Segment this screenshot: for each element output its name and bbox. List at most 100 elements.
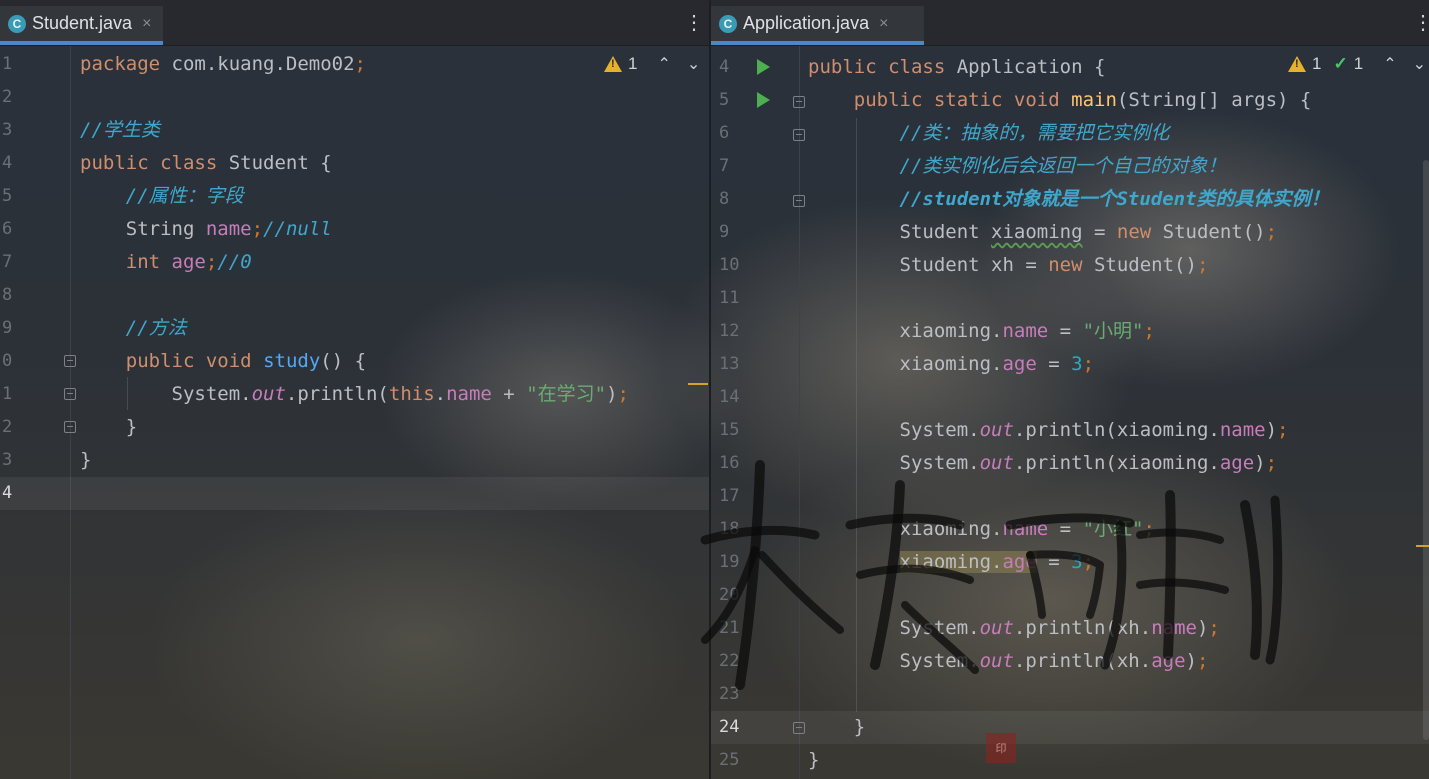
line-number[interactable]: 4 — [2, 477, 12, 510]
line-number[interactable]: 7 — [719, 150, 729, 183]
close-icon[interactable]: × — [879, 15, 888, 33]
more-vertical-icon[interactable]: ⋮ — [1413, 12, 1429, 32]
line-number[interactable]: 20 — [719, 579, 739, 612]
line-number[interactable]: 18 — [719, 513, 739, 546]
code-line[interactable]: Student xiaoming = new Student(); — [808, 216, 1278, 249]
run-gutter-icon[interactable] — [757, 59, 770, 75]
code-line[interactable]: //属性：字段 — [80, 180, 244, 213]
code-line[interactable]: //方法 — [80, 312, 187, 345]
line-number[interactable]: 11 — [719, 282, 739, 315]
chevron-down-icon[interactable]: ⌄ — [1413, 54, 1426, 74]
line-number[interactable]: 4 — [2, 147, 12, 180]
more-vertical-icon[interactable]: ⋮ — [684, 12, 704, 32]
line-number[interactable]: 13 — [719, 348, 739, 381]
code-line[interactable]: //student对象就是一个Student类的具体实例！ — [808, 183, 1330, 216]
fold-icon[interactable] — [64, 355, 76, 367]
line-number[interactable]: 19 — [719, 546, 739, 579]
code-line[interactable]: System.out.println(xiaoming.age); — [808, 447, 1278, 480]
editor-pane-student[interactable]: C Student.java × ⋮ 1 ⌃ ⌄ 1 package com.ku… — [0, 0, 709, 779]
code-line[interactable]: //类：抽象的，需要把它实例化 — [808, 117, 1170, 150]
code-line[interactable]: xiaoming.name = "小红"; — [808, 513, 1155, 546]
line-number[interactable]: 2 — [2, 411, 12, 444]
code-line[interactable]: //学生类 — [80, 114, 160, 147]
code-line[interactable]: public class Application { — [808, 51, 1105, 84]
code-token: System. — [808, 452, 980, 474]
line-number[interactable]: 7 — [2, 246, 12, 279]
code-line[interactable]: public static void main(String[] args) { — [808, 84, 1312, 117]
line-number[interactable]: 15 — [719, 414, 739, 447]
code-line[interactable]: //类实例化后会返回一个自己的对象！ — [808, 150, 1227, 183]
line-number[interactable]: 3 — [2, 114, 12, 147]
code-line[interactable]: } — [808, 744, 819, 777]
code-token: ; — [1082, 551, 1095, 573]
line-number[interactable]: 8 — [719, 183, 729, 216]
line-number[interactable]: 5 — [2, 180, 12, 213]
line-number[interactable]: 25 — [719, 744, 739, 777]
split-divider[interactable] — [709, 0, 711, 779]
code-line[interactable]: System.out.println(xh.age); — [808, 645, 1209, 678]
line-number[interactable]: 0 — [2, 345, 12, 378]
tab-application-java[interactable]: C Application.java × — [711, 6, 924, 45]
code-line[interactable]: Student xh = new Student(); — [808, 249, 1209, 282]
line-number[interactable]: 6 — [719, 117, 729, 150]
code-line[interactable]: String name;//null — [80, 213, 332, 246]
line-number[interactable]: 12 — [719, 315, 739, 348]
chevron-up-icon[interactable]: ⌃ — [657, 54, 670, 74]
code-line[interactable]: public class Student { — [80, 147, 332, 180]
chevron-up-icon[interactable]: ⌃ — [1383, 54, 1396, 74]
line-number[interactable]: 9 — [2, 312, 12, 345]
code-line[interactable]: xiaoming.age = 3; — [808, 348, 1095, 381]
code-line[interactable]: xiaoming.name = "小明"; — [808, 315, 1155, 348]
inspection-widget[interactable]: 1 ⌃ ⌄ — [604, 54, 700, 74]
code-line[interactable]: } — [808, 711, 865, 744]
fold-icon[interactable] — [64, 421, 76, 433]
line-number[interactable]: 1 — [2, 378, 12, 411]
code-line[interactable]: public void study() { — [80, 345, 366, 378]
code-line[interactable]: } — [80, 411, 137, 444]
line-number[interactable]: 14 — [719, 381, 739, 414]
line-number[interactable]: 21 — [719, 612, 739, 645]
line-number[interactable]: 4 — [719, 51, 729, 84]
warning-scroll-marker[interactable] — [1416, 545, 1429, 547]
fold-icon[interactable] — [793, 96, 805, 108]
code-line[interactable]: System.out.println(this.name + "在学习"); — [80, 378, 629, 411]
line-number[interactable]: 5 — [719, 84, 729, 117]
line-number[interactable]: 10 — [719, 249, 739, 282]
line-number[interactable]: 1 — [2, 48, 12, 81]
line-number[interactable]: 24 — [719, 711, 739, 744]
vertical-scrollbar[interactable] — [1423, 160, 1429, 740]
code-token: .println(xiaoming. — [1013, 452, 1220, 474]
code-token: ; — [1277, 419, 1289, 441]
line-number[interactable]: 23 — [719, 678, 739, 711]
inspection-widget[interactable]: 1 ✓ 1 ⌃ ⌄ — [1288, 54, 1426, 74]
tab-student-java[interactable]: C Student.java × — [0, 6, 163, 45]
editor-pane-application[interactable]: C Application.java × ⋮ 1 ✓ 1 ⌃ ⌄ 4 public… — [711, 0, 1429, 779]
fold-icon[interactable] — [64, 388, 76, 400]
warning-scroll-marker[interactable] — [688, 383, 708, 385]
fold-icon[interactable] — [793, 195, 805, 207]
close-icon[interactable]: × — [142, 15, 151, 33]
code-line[interactable]: package com.kuang.Demo02; — [80, 48, 366, 81]
line-number[interactable]: 16 — [719, 447, 739, 480]
run-gutter-icon[interactable] — [757, 92, 770, 108]
line-number[interactable]: 6 — [2, 213, 12, 246]
fold-icon[interactable] — [793, 722, 805, 734]
code-token: public class — [808, 56, 946, 78]
line-number[interactable]: 3 — [2, 444, 12, 477]
code-line[interactable]: System.out.println(xh.name); — [808, 612, 1220, 645]
chevron-down-icon[interactable]: ⌄ — [687, 54, 700, 74]
code-line[interactable]: System.out.println(xiaoming.name); — [808, 414, 1289, 447]
line-number[interactable]: 17 — [719, 480, 739, 513]
code-token: ; — [617, 383, 629, 405]
line-number[interactable]: 8 — [2, 279, 12, 312]
code-line[interactable]: } — [80, 444, 91, 477]
fold-icon[interactable] — [793, 129, 805, 141]
line-number[interactable]: 2 — [2, 81, 12, 114]
code-line[interactable]: int age;//0 — [80, 246, 252, 279]
code-line[interactable]: xiaoming.age = 3; — [808, 546, 1094, 579]
line-number[interactable]: 22 — [719, 645, 739, 678]
line-number[interactable]: 9 — [719, 216, 729, 249]
